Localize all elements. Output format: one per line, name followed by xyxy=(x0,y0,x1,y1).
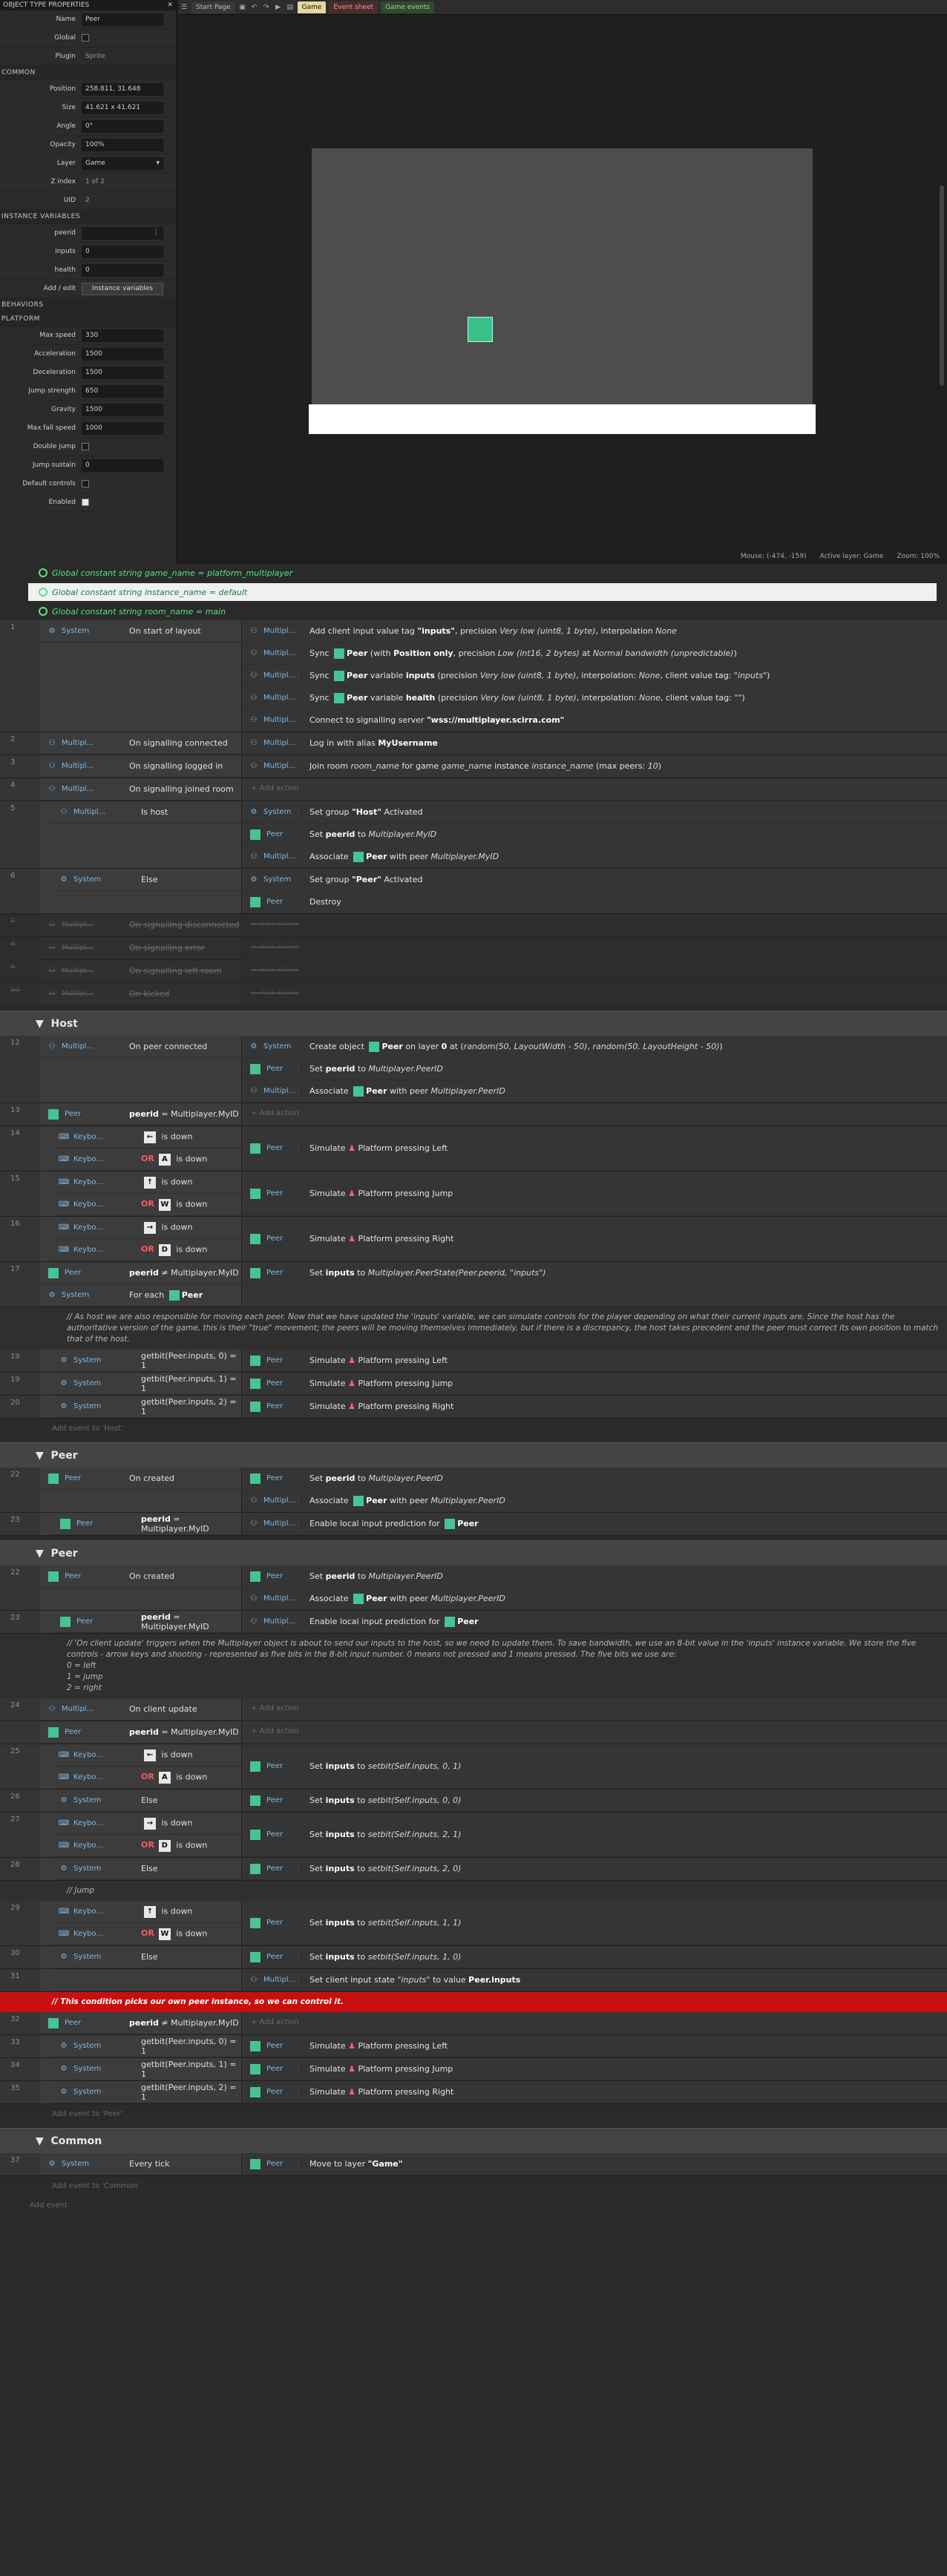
multiplayer-icon: ⚇ xyxy=(250,694,258,702)
add-event-host[interactable]: Add event to 'Host' xyxy=(0,1419,947,1438)
floor-sprite[interactable] xyxy=(309,404,816,434)
tab-event-sheet[interactable]: Event sheet xyxy=(329,1,379,13)
event-sheet: Global constant string game_name = platf… xyxy=(0,564,947,2576)
global-instance-name[interactable]: Global constant string instance_name = d… xyxy=(28,583,937,601)
properties-panel: OBJECT TYPE PROPERTIES ✕ Name Peer Global … xyxy=(0,0,177,564)
properties-title: OBJECT TYPE PROPERTIES xyxy=(3,1,90,9)
save-icon[interactable]: ▣ xyxy=(238,3,247,12)
peerid-field[interactable]: ⋮ xyxy=(82,226,163,240)
event-row[interactable]: 1 ⚙ System On start of layout ⚇ Multipl... A… xyxy=(0,620,947,732)
global-checkbox[interactable] xyxy=(82,34,89,42)
toolbar: ☰ Start Page ▣ ↶ ↷ ▶ ▤ Game Event sheet … xyxy=(178,0,947,15)
layout-canvas[interactable] xyxy=(312,148,813,434)
layout-view: ☰ Start Page ▣ ↶ ↷ ▶ ▤ Game Event sheet … xyxy=(178,0,947,564)
layer-select[interactable]: Game ▾ xyxy=(82,157,163,170)
vertical-scrollbar[interactable] xyxy=(940,185,944,386)
gear-icon: ⚙ xyxy=(48,627,56,635)
group-peer[interactable]: ▼ Peer xyxy=(0,1442,947,1468)
instance-variables-button[interactable]: Instance variables xyxy=(82,282,163,295)
redo-icon[interactable]: ↷ xyxy=(262,3,271,12)
comment-red[interactable]: // This condition picks our own peer ins… xyxy=(0,1992,947,2012)
comment-client[interactable]: // 'On client update' triggers when the … xyxy=(0,1634,947,1698)
default-controls-checkbox[interactable] xyxy=(82,480,89,487)
comment-host[interactable]: // As host we are also responsible for m… xyxy=(0,1307,947,1350)
multiplayer-icon: ⚇ xyxy=(250,627,258,635)
add-event-peer[interactable]: Add event to 'Peer' xyxy=(0,2104,947,2123)
debug-icon[interactable]: ▤ xyxy=(286,3,295,12)
add-event-common[interactable]: Add event to 'Common' xyxy=(0,2176,947,2195)
gravity-field[interactable]: 1500 xyxy=(82,403,163,416)
tab-game[interactable]: Game xyxy=(297,1,327,13)
position-field[interactable]: 258.811, 31.648 xyxy=(82,82,163,96)
acceleration-field[interactable]: 1500 xyxy=(82,347,163,361)
size-field[interactable]: 41.621 x 41.621 xyxy=(82,101,163,114)
max-speed-field[interactable]: 330 xyxy=(82,329,163,342)
multiplayer-icon: ⚇ xyxy=(250,671,258,680)
global-icon xyxy=(39,607,47,616)
group-peer-2[interactable]: ▼ Peer xyxy=(0,1540,947,1565)
tab-start[interactable]: Start Page xyxy=(191,1,235,13)
jump-sustain-field[interactable]: 0 xyxy=(82,459,163,472)
close-icon[interactable]: ✕ xyxy=(167,1,173,9)
status-bar: Mouse: (-474, -159) Active layer: Game Z… xyxy=(740,553,940,560)
group-common[interactable]: ▼ Common xyxy=(0,2128,947,2153)
add-event[interactable]: Add event xyxy=(0,2195,947,2215)
global-icon xyxy=(39,588,47,597)
editor-top: OBJECT TYPE PROPERTIES ✕ Name Peer Global … xyxy=(0,0,947,564)
global-icon xyxy=(39,568,47,577)
health-field[interactable]: 0 xyxy=(82,263,163,277)
peer-sprite[interactable] xyxy=(468,317,493,342)
undo-icon[interactable]: ↶ xyxy=(250,3,259,12)
chevron-down-icon: ▾ xyxy=(156,160,160,167)
tab-game-events[interactable]: Game events xyxy=(381,1,435,13)
comment-jump[interactable]: // Jump xyxy=(0,1881,947,1901)
inputs-field[interactable]: 0 xyxy=(82,245,163,258)
play-icon[interactable]: ▶ xyxy=(274,3,283,12)
enabled-checkbox[interactable] xyxy=(82,499,89,506)
multiplayer-icon: ⚇ xyxy=(250,649,258,657)
max-fall-speed-field[interactable]: 1000 xyxy=(82,421,163,435)
multiplayer-icon: ⚇ xyxy=(250,716,258,724)
group-host[interactable]: ▼ Host xyxy=(0,1011,947,1036)
angle-field[interactable]: 0° xyxy=(82,119,163,133)
deceleration-field[interactable]: 1500 xyxy=(82,366,163,379)
jump-strength-field[interactable]: 650 xyxy=(82,384,163,398)
menu-icon[interactable]: ☰ xyxy=(180,3,189,12)
opacity-field[interactable]: 100% xyxy=(82,138,163,151)
global-room-name[interactable]: Global constant string room_name = main xyxy=(0,602,947,620)
double-jump-checkbox[interactable] xyxy=(82,443,89,450)
global-game-name[interactable]: Global constant string game_name = platf… xyxy=(0,564,947,582)
name-field[interactable]: Peer xyxy=(82,13,163,26)
